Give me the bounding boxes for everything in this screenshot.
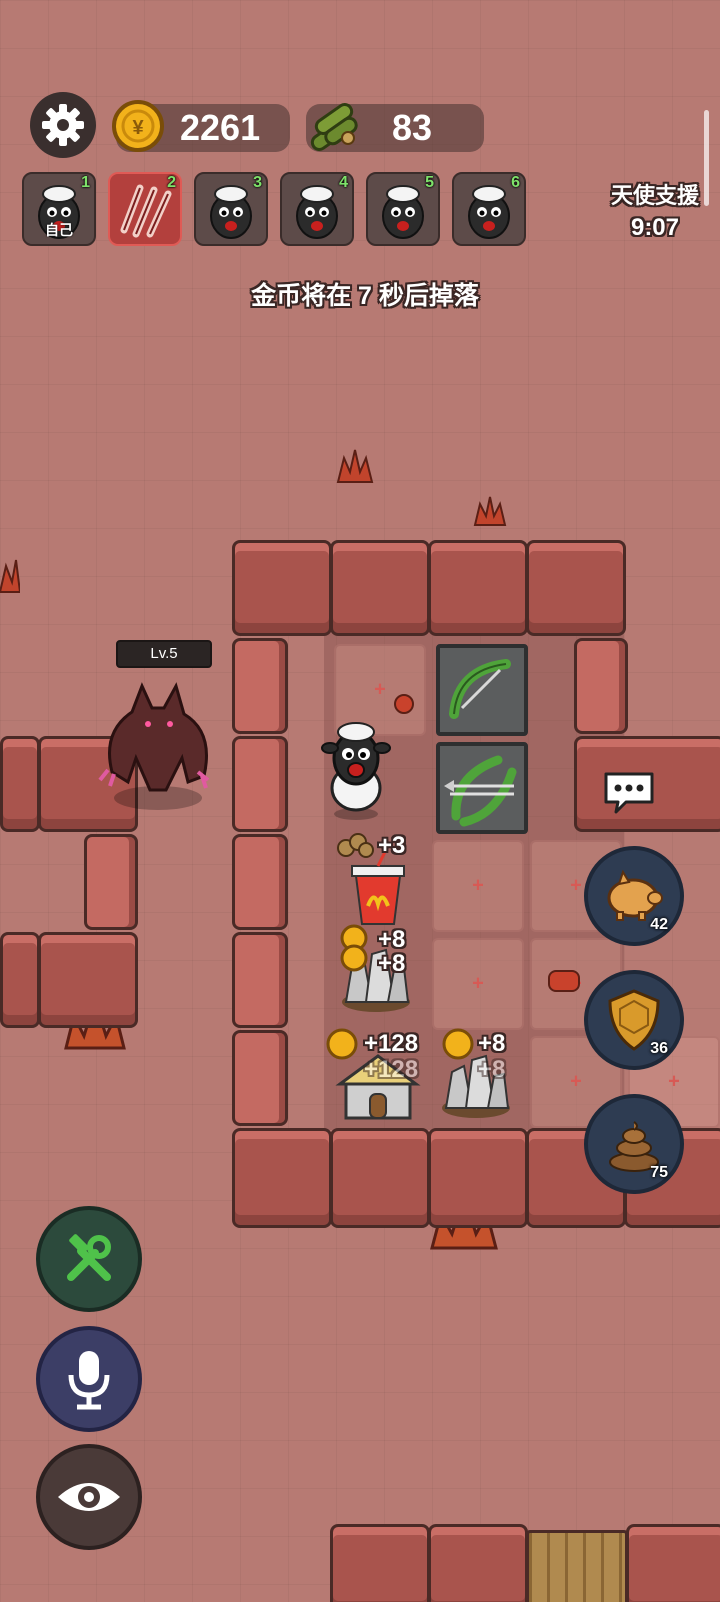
wall-block [428, 1524, 528, 1602]
player-slot-1[interactable]: 1 自己 [22, 172, 96, 246]
income-label: +128 [364, 1056, 419, 1083]
wall-block [84, 834, 138, 930]
red-plant-decoration [336, 449, 374, 483]
build-button[interactable] [36, 1206, 142, 1312]
coin-icon [326, 1028, 358, 1060]
wall-block [232, 638, 288, 734]
player-slot-4[interactable]: 4 [280, 172, 354, 246]
wall-block [232, 834, 288, 930]
red-plant-decoration [473, 496, 507, 526]
settings-button[interactable] [30, 92, 96, 158]
svg-text:¥: ¥ [132, 117, 144, 139]
wall-block [0, 932, 40, 1028]
wall-block [232, 736, 288, 832]
player-slot-3[interactable]: 3 [194, 172, 268, 246]
wall-block [526, 540, 626, 636]
self-label: 自己 [45, 222, 73, 238]
microphone-icon [68, 1351, 110, 1410]
player-slot-2[interactable]: 2 [108, 172, 182, 246]
microphone-button[interactable] [36, 1326, 142, 1432]
piggy-bank-button[interactable]: 42 [584, 846, 684, 946]
crossbow-icon [444, 755, 517, 827]
income-label: +3 [378, 832, 406, 859]
speech-bubble-icon [604, 772, 654, 814]
wall-block [428, 540, 528, 636]
angel-support-timer: 9:07 [630, 214, 680, 241]
sheep-character[interactable] [318, 722, 396, 822]
player-number: 2 [167, 174, 176, 191]
coin-stack-icon [340, 924, 368, 972]
wall-block [232, 932, 288, 1028]
player-number: 4 [339, 174, 348, 191]
wooden-gate[interactable] [526, 1530, 628, 1602]
player-slot-5[interactable]: 5 [366, 172, 440, 246]
log-bundle-icon [337, 833, 374, 858]
wall-block [574, 638, 628, 734]
income-label: +8 [378, 950, 406, 977]
enemy-level-tag: Lv.5 [116, 640, 212, 668]
coin-drop-notice: 金币将在 7 秒后掉落 [251, 282, 479, 310]
log-bundle-icon [310, 103, 358, 151]
debris [394, 694, 414, 714]
wall-block [428, 1128, 528, 1228]
angel-support-title: 天使支援 [610, 183, 699, 208]
wall-block [330, 1128, 430, 1228]
wall-block [330, 540, 430, 636]
chat-button[interactable] [602, 770, 656, 814]
gold-counter: ¥ 2261 [112, 100, 290, 152]
player-number: 6 [511, 174, 520, 191]
coin-icon: ¥ [112, 100, 164, 152]
gear-icon [42, 104, 84, 146]
eye-icon [58, 1483, 120, 1511]
wall-block [38, 932, 138, 1028]
coin-icon [442, 1028, 474, 1060]
gold-value: 2261 [180, 107, 261, 148]
player-number: 1 [81, 174, 90, 191]
wood-counter: 83 [306, 103, 484, 152]
player-slot-6[interactable]: 6 [452, 172, 526, 246]
werewolf-icon[interactable] [92, 672, 222, 812]
wood-value: 83 [392, 107, 433, 148]
shield-count: 36 [650, 1040, 668, 1057]
empty-build-tile[interactable]: + [432, 840, 524, 932]
wall-block [232, 1030, 288, 1126]
player-number: 3 [253, 174, 262, 191]
shield-button[interactable]: 36 [584, 970, 684, 1070]
debris [548, 970, 580, 992]
piggy-bank-count: 42 [650, 916, 668, 933]
poop-button[interactable]: 75 [584, 1094, 684, 1194]
game-map: + + + + + + +3 +8 +8 +128 +128 +8 +8 Lv.… [0, 0, 720, 1602]
empty-build-tile[interactable]: + [432, 938, 524, 1030]
wall-block [232, 540, 332, 636]
crossbow-tower[interactable] [436, 742, 528, 834]
red-plant-decoration [0, 559, 20, 593]
wrench-hammer-icon [67, 1234, 111, 1281]
wall-block [626, 1524, 720, 1602]
view-button[interactable] [36, 1444, 142, 1550]
income-label: +8 [478, 1030, 506, 1057]
wall-block [0, 736, 40, 832]
income-label: +128 [364, 1030, 419, 1057]
wall-block [330, 1524, 430, 1602]
crossbow-icon [449, 659, 511, 719]
poop-count: 75 [650, 1164, 668, 1181]
player-number: 5 [425, 174, 434, 191]
crossbow-tower[interactable] [436, 644, 528, 736]
income-label: +8 [478, 1056, 506, 1083]
wall-block [232, 1128, 332, 1228]
